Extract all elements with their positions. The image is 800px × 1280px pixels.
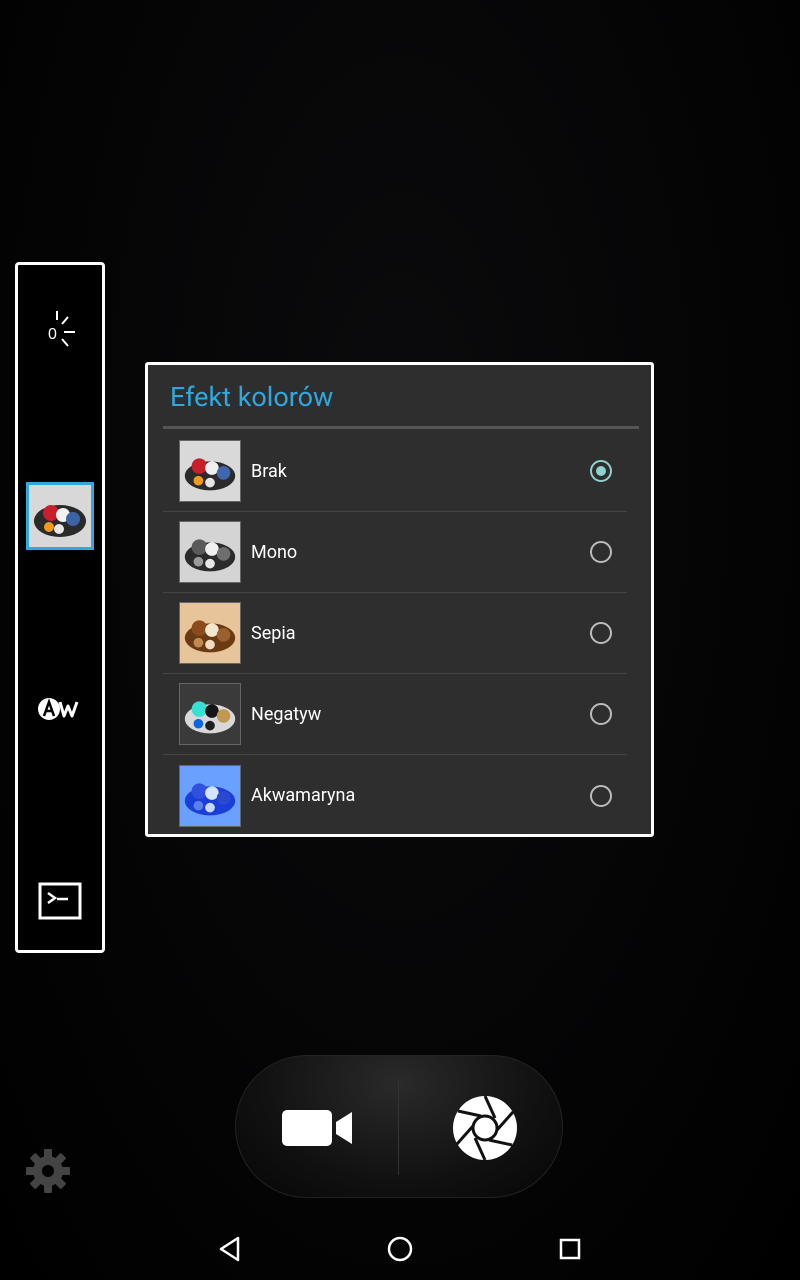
radio-button[interactable] <box>590 703 612 725</box>
gear-icon <box>26 1149 70 1193</box>
settings-button[interactable] <box>22 1145 74 1197</box>
shutter-button[interactable] <box>440 1083 530 1173</box>
recents-button[interactable] <box>552 1233 588 1265</box>
back-icon <box>219 1236 240 1262</box>
effect-preview-negative <box>179 683 241 745</box>
radio-button[interactable] <box>590 784 612 807</box>
effect-preview-mono <box>179 521 241 583</box>
color-effect-thumbnail <box>26 482 94 550</box>
capture-control-bar <box>235 1055 563 1198</box>
home-icon <box>387 1236 413 1262</box>
exposure-value: 0 <box>48 326 57 343</box>
dialog-title: Efekt kolorów <box>170 381 334 413</box>
option-label: Mono <box>251 541 298 563</box>
scene-mode-button[interactable] <box>18 861 102 941</box>
camera-shutter-icon <box>453 1095 517 1161</box>
white-balance-auto-icon <box>38 698 79 720</box>
option-label: Akwamaryna <box>251 785 356 806</box>
recents-icon <box>559 1238 581 1260</box>
option-brak[interactable]: Brak <box>163 431 627 512</box>
exposure-button[interactable]: 0 <box>18 291 102 371</box>
system-navigation-bar <box>0 1215 800 1280</box>
back-button[interactable] <box>212 1233 248 1265</box>
scene-mode-icon <box>38 882 82 920</box>
camera-settings-panel: 0 <box>15 262 105 953</box>
option-mono[interactable]: Mono <box>163 512 627 593</box>
capture-bar-divider <box>398 1080 399 1175</box>
white-balance-button[interactable] <box>18 669 102 749</box>
effect-preview-aqua <box>179 764 241 827</box>
option-label: Negatyw <box>251 703 322 725</box>
effect-preview-original <box>179 440 241 502</box>
home-button[interactable] <box>382 1233 418 1265</box>
exposure-icon: 0 <box>48 311 75 347</box>
color-effect-button[interactable] <box>18 479 102 553</box>
option-akwamaryna[interactable]: Akwamaryna <box>163 755 627 836</box>
option-label: Brak <box>251 460 287 482</box>
effect-preview-sepia <box>179 602 241 664</box>
color-effect-dialog: Efekt kolorów Brak Mono Sepia Negatyw Ak… <box>145 362 654 837</box>
radio-button-checked[interactable] <box>590 460 612 482</box>
option-sepia[interactable]: Sepia <box>163 593 627 674</box>
radio-button[interactable] <box>590 541 612 563</box>
video-camera-icon <box>282 1109 352 1146</box>
radio-button[interactable] <box>590 622 612 644</box>
option-label: Sepia <box>251 622 296 644</box>
video-record-button[interactable] <box>273 1090 363 1165</box>
option-negatyw[interactable]: Negatyw <box>163 674 627 755</box>
dialog-divider <box>163 426 639 429</box>
